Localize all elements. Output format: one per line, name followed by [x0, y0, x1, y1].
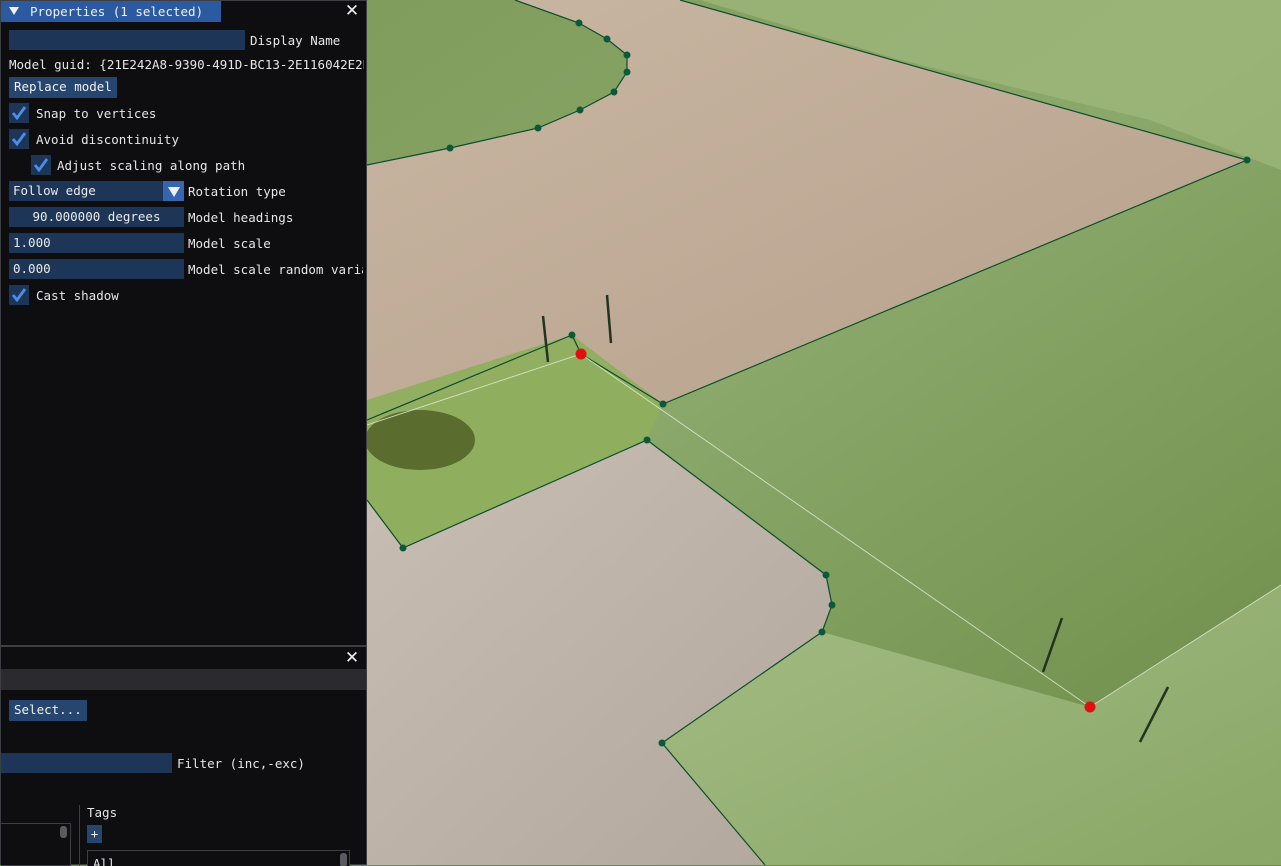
- snap-to-vertices-label: Snap to vertices: [36, 106, 157, 121]
- properties-panel: Properties (1 selected) ✕ Display Name M…: [0, 0, 367, 646]
- adjust-scaling-label: Adjust scaling along path: [57, 158, 246, 173]
- chevron-down-icon[interactable]: [163, 181, 184, 201]
- object-browser-panel: ✕ Select... Filter (inc,-exc) Tags + All: [0, 646, 367, 866]
- model-scale-random-label: Model scale random varia: [188, 262, 363, 277]
- properties-titlebar[interactable]: Properties (1 selected) ✕: [1, 1, 366, 22]
- panel-tab-strip: [1, 669, 366, 690]
- display-name-input[interactable]: [9, 30, 245, 50]
- cast-shadow-label: Cast shadow: [36, 288, 119, 303]
- checkmark-icon: [33, 158, 49, 173]
- shrub-shadow: [365, 410, 475, 470]
- replace-model-button[interactable]: Replace model: [9, 77, 117, 98]
- adjust-scaling-checkbox[interactable]: [31, 155, 51, 175]
- model-scale-random-input[interactable]: 0.000: [9, 259, 184, 279]
- tag-list[interactable]: All: [87, 850, 350, 866]
- model-scale-label: Model scale: [188, 236, 271, 251]
- list-scrollbar[interactable]: [60, 826, 67, 838]
- display-name-label: Display Name: [250, 33, 341, 48]
- checkmark-icon: [11, 288, 27, 303]
- checkmark-icon: [11, 132, 27, 147]
- filter-label: Filter (inc,-exc): [177, 756, 305, 771]
- checkmark-icon: [11, 106, 27, 121]
- model-headings-label: Model headings: [188, 210, 294, 225]
- model-headings-input[interactable]: 90.000000 degrees: [9, 207, 184, 227]
- tag-list-scrollbar[interactable]: [340, 853, 347, 866]
- cast-shadow-checkbox[interactable]: [9, 285, 29, 305]
- add-tag-button[interactable]: +: [87, 825, 102, 843]
- tags-label: Tags: [87, 805, 118, 820]
- avoid-discontinuity-checkbox[interactable]: [9, 129, 29, 149]
- panel-title: Properties (1 selected): [30, 4, 204, 19]
- column-divider: [79, 805, 80, 866]
- model-scale-input[interactable]: 1.000: [9, 233, 184, 253]
- avoid-discontinuity-label: Avoid discontinuity: [36, 132, 179, 147]
- model-guid-text: Model guid: {21E242A8-9390-491D-BC13-2E1…: [9, 57, 364, 72]
- close-icon[interactable]: ✕: [344, 649, 360, 667]
- rotation-type-label: Rotation type: [188, 184, 286, 199]
- rotation-type-select[interactable]: Follow edge: [9, 181, 163, 201]
- snap-to-vertices-checkbox[interactable]: [9, 103, 29, 123]
- collapse-triangle-icon[interactable]: [9, 7, 19, 15]
- close-icon[interactable]: ✕: [344, 2, 360, 20]
- object-list[interactable]: [1, 823, 71, 866]
- select-button[interactable]: Select...: [9, 700, 87, 721]
- filter-input[interactable]: [1, 753, 172, 773]
